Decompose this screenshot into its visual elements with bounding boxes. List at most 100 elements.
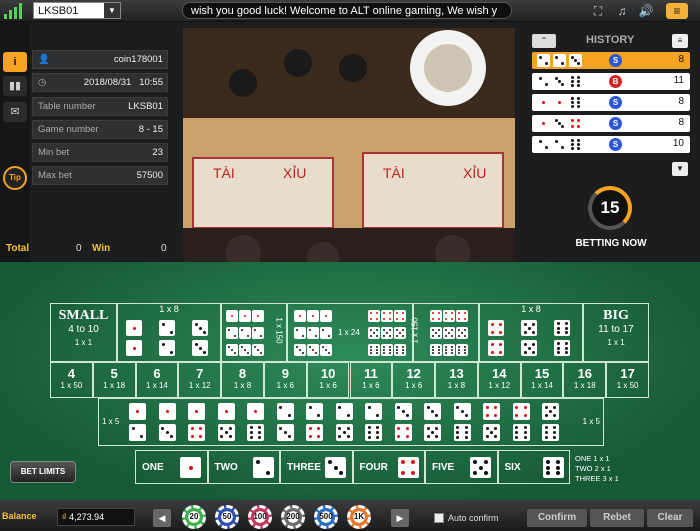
bet-combo-1-6[interactable] bbox=[247, 403, 265, 443]
table-number-row: Table number LKSB01 bbox=[32, 97, 168, 116]
die-face-4-icon bbox=[512, 403, 530, 420]
rebet-button[interactable]: Rebet bbox=[590, 509, 644, 527]
bet-total-16[interactable]: 16 1 x 18 bbox=[563, 362, 607, 398]
stats-icon[interactable]: ▮▮ bbox=[3, 76, 27, 96]
chip-prev-icon[interactable]: ◀ bbox=[153, 509, 171, 527]
chip-1K[interactable]: 1K bbox=[347, 505, 371, 529]
small-title: SMALL bbox=[58, 308, 109, 323]
total-number: 6 bbox=[153, 366, 161, 381]
bet-combo-3-6[interactable] bbox=[453, 403, 472, 443]
die-face-4-icon bbox=[488, 340, 504, 356]
bet-combo-3-5[interactable] bbox=[424, 403, 442, 443]
bet-doubles-left[interactable]: 1 x 8 bbox=[117, 303, 221, 362]
die-face-6-icon bbox=[456, 344, 468, 356]
tip-button[interactable]: Tip bbox=[3, 166, 27, 190]
bet-combo-1-4[interactable] bbox=[188, 403, 206, 443]
history-menu-button[interactable]: ≡ bbox=[672, 34, 688, 48]
bet-combo-4-5[interactable] bbox=[483, 403, 501, 443]
total-payout: 1 x 8 bbox=[233, 381, 252, 390]
bet-limits-button[interactable]: BET LIMITS bbox=[10, 461, 76, 483]
bet-total-8[interactable]: 81 x 8 bbox=[221, 362, 264, 398]
bet-total-7[interactable]: 71 x 12 bbox=[178, 362, 222, 398]
volume-icon[interactable]: 🔊 bbox=[638, 3, 654, 19]
bet-total-13[interactable]: 13 1 x 8 bbox=[435, 362, 478, 398]
die-face-6-icon bbox=[453, 424, 471, 441]
die-face-2-icon bbox=[553, 138, 566, 151]
game-number-row: Game number 8 - 15 bbox=[32, 120, 168, 139]
bet-big[interactable]: BIG 11 to 17 1 x 1 bbox=[583, 303, 649, 362]
total-payout: 1 x 18 bbox=[573, 381, 596, 390]
die-face-3-icon bbox=[276, 424, 294, 441]
die-face-3-icon bbox=[158, 424, 176, 441]
bet-total-17[interactable]: 17 1 x 50 bbox=[606, 362, 649, 398]
bet-total-4[interactable]: 41 x 50 bbox=[50, 362, 93, 398]
bet-total-11[interactable]: 11 1 x 6 bbox=[349, 362, 393, 398]
info-button[interactable]: i bbox=[3, 52, 27, 72]
bet-combo-4-6[interactable] bbox=[512, 403, 531, 443]
die-face-2-icon bbox=[537, 138, 550, 151]
bet-combo-1-3[interactable] bbox=[158, 403, 177, 443]
total-number: 5 bbox=[110, 366, 118, 381]
bet-single-5[interactable]: FIVE bbox=[425, 450, 498, 484]
single-payout-two: TWO 2 x 1 bbox=[575, 464, 611, 473]
bet-total-14[interactable]: 14 1 x 12 bbox=[477, 362, 521, 398]
chip-50[interactable]: 50 bbox=[215, 505, 239, 529]
bet-total-10[interactable]: 10 1 x 6 bbox=[306, 362, 350, 398]
chip-20[interactable]: 20 bbox=[182, 505, 206, 529]
die-face-3-icon bbox=[307, 344, 319, 356]
bet-total-5[interactable]: 51 x 18 bbox=[92, 362, 136, 398]
history-down-button[interactable]: ▼ bbox=[672, 162, 688, 176]
bet-single-6[interactable]: SIX bbox=[497, 450, 570, 484]
total-number: 13 bbox=[449, 366, 464, 381]
die-face-4-icon bbox=[488, 320, 504, 336]
die-face-6-icon bbox=[443, 344, 455, 356]
total-label: Total bbox=[6, 243, 30, 254]
bet-triples-right[interactable]: 1 x 150 bbox=[411, 303, 479, 362]
bet-combo-2-4[interactable] bbox=[306, 403, 324, 443]
bet-single-3[interactable]: THREE bbox=[280, 450, 353, 484]
result-badge: S bbox=[609, 96, 622, 109]
bet-single-4[interactable]: FOUR bbox=[352, 450, 425, 484]
bet-any-triple[interactable]: 1 x 24 bbox=[287, 303, 413, 362]
chip-200[interactable]: 200 bbox=[281, 505, 305, 529]
die-face-1-icon bbox=[180, 457, 201, 478]
bet-small[interactable]: SMALL 4 to 10 1 x 1 bbox=[50, 303, 117, 362]
die-face-6-icon bbox=[381, 344, 393, 356]
table-select[interactable]: LKSB01 ▼ bbox=[33, 2, 121, 19]
clear-button[interactable]: Clear bbox=[647, 509, 693, 527]
bet-combo-3-4[interactable] bbox=[394, 403, 413, 443]
bet-combo-1-2[interactable] bbox=[129, 403, 147, 443]
die-face-5-icon bbox=[430, 327, 442, 339]
chip-500[interactable]: 500 bbox=[314, 505, 338, 529]
die-face-1-icon bbox=[294, 310, 306, 322]
bet-total-9[interactable]: 91 x 6 bbox=[263, 362, 307, 398]
music-mute-icon[interactable]: ♫ bbox=[614, 3, 630, 19]
bet-doubles-right[interactable]: 1 x 8 bbox=[479, 303, 583, 362]
die-face-3-icon bbox=[553, 117, 566, 130]
die-face-5-icon bbox=[521, 320, 537, 336]
bet-combo-1-5[interactable] bbox=[217, 403, 236, 443]
chat-icon[interactable]: ✉ bbox=[3, 102, 27, 122]
chip-next-icon[interactable]: ▶ bbox=[391, 509, 409, 527]
bet-triples-left[interactable]: 1 x 150 bbox=[221, 303, 287, 362]
username-row: 👤 coin178001 bbox=[32, 50, 168, 69]
svg-text:XỈU: XỈU bbox=[283, 165, 306, 181]
bet-single-2[interactable]: TWO bbox=[207, 450, 280, 484]
bet-combo-2-6[interactable] bbox=[365, 403, 383, 443]
bet-combo-5-6[interactable] bbox=[542, 403, 560, 443]
history-title: HISTORY bbox=[586, 34, 635, 46]
bet-single-1[interactable]: ONE bbox=[135, 450, 208, 484]
bet-combo-2-3[interactable] bbox=[276, 403, 295, 443]
fullscreen-icon[interactable]: ⛶ bbox=[590, 3, 606, 19]
history-up-button[interactable]: ⌃ bbox=[532, 34, 556, 48]
die-face-2-icon bbox=[307, 327, 319, 339]
announcement-marquee: wish you good luck! Welcome to ALT onlin… bbox=[182, 2, 512, 19]
auto-confirm-checkbox[interactable] bbox=[434, 513, 444, 523]
bet-combo-2-5[interactable] bbox=[335, 403, 354, 443]
bet-total-15[interactable]: 15 1 x 14 bbox=[520, 362, 564, 398]
confirm-button[interactable]: Confirm bbox=[527, 509, 587, 527]
chip-100[interactable]: 100 bbox=[248, 505, 272, 529]
bet-total-6[interactable]: 61 x 14 bbox=[135, 362, 179, 398]
bet-total-12[interactable]: 12 1 x 6 bbox=[392, 362, 436, 398]
menu-button[interactable]: ≡ bbox=[666, 3, 688, 19]
